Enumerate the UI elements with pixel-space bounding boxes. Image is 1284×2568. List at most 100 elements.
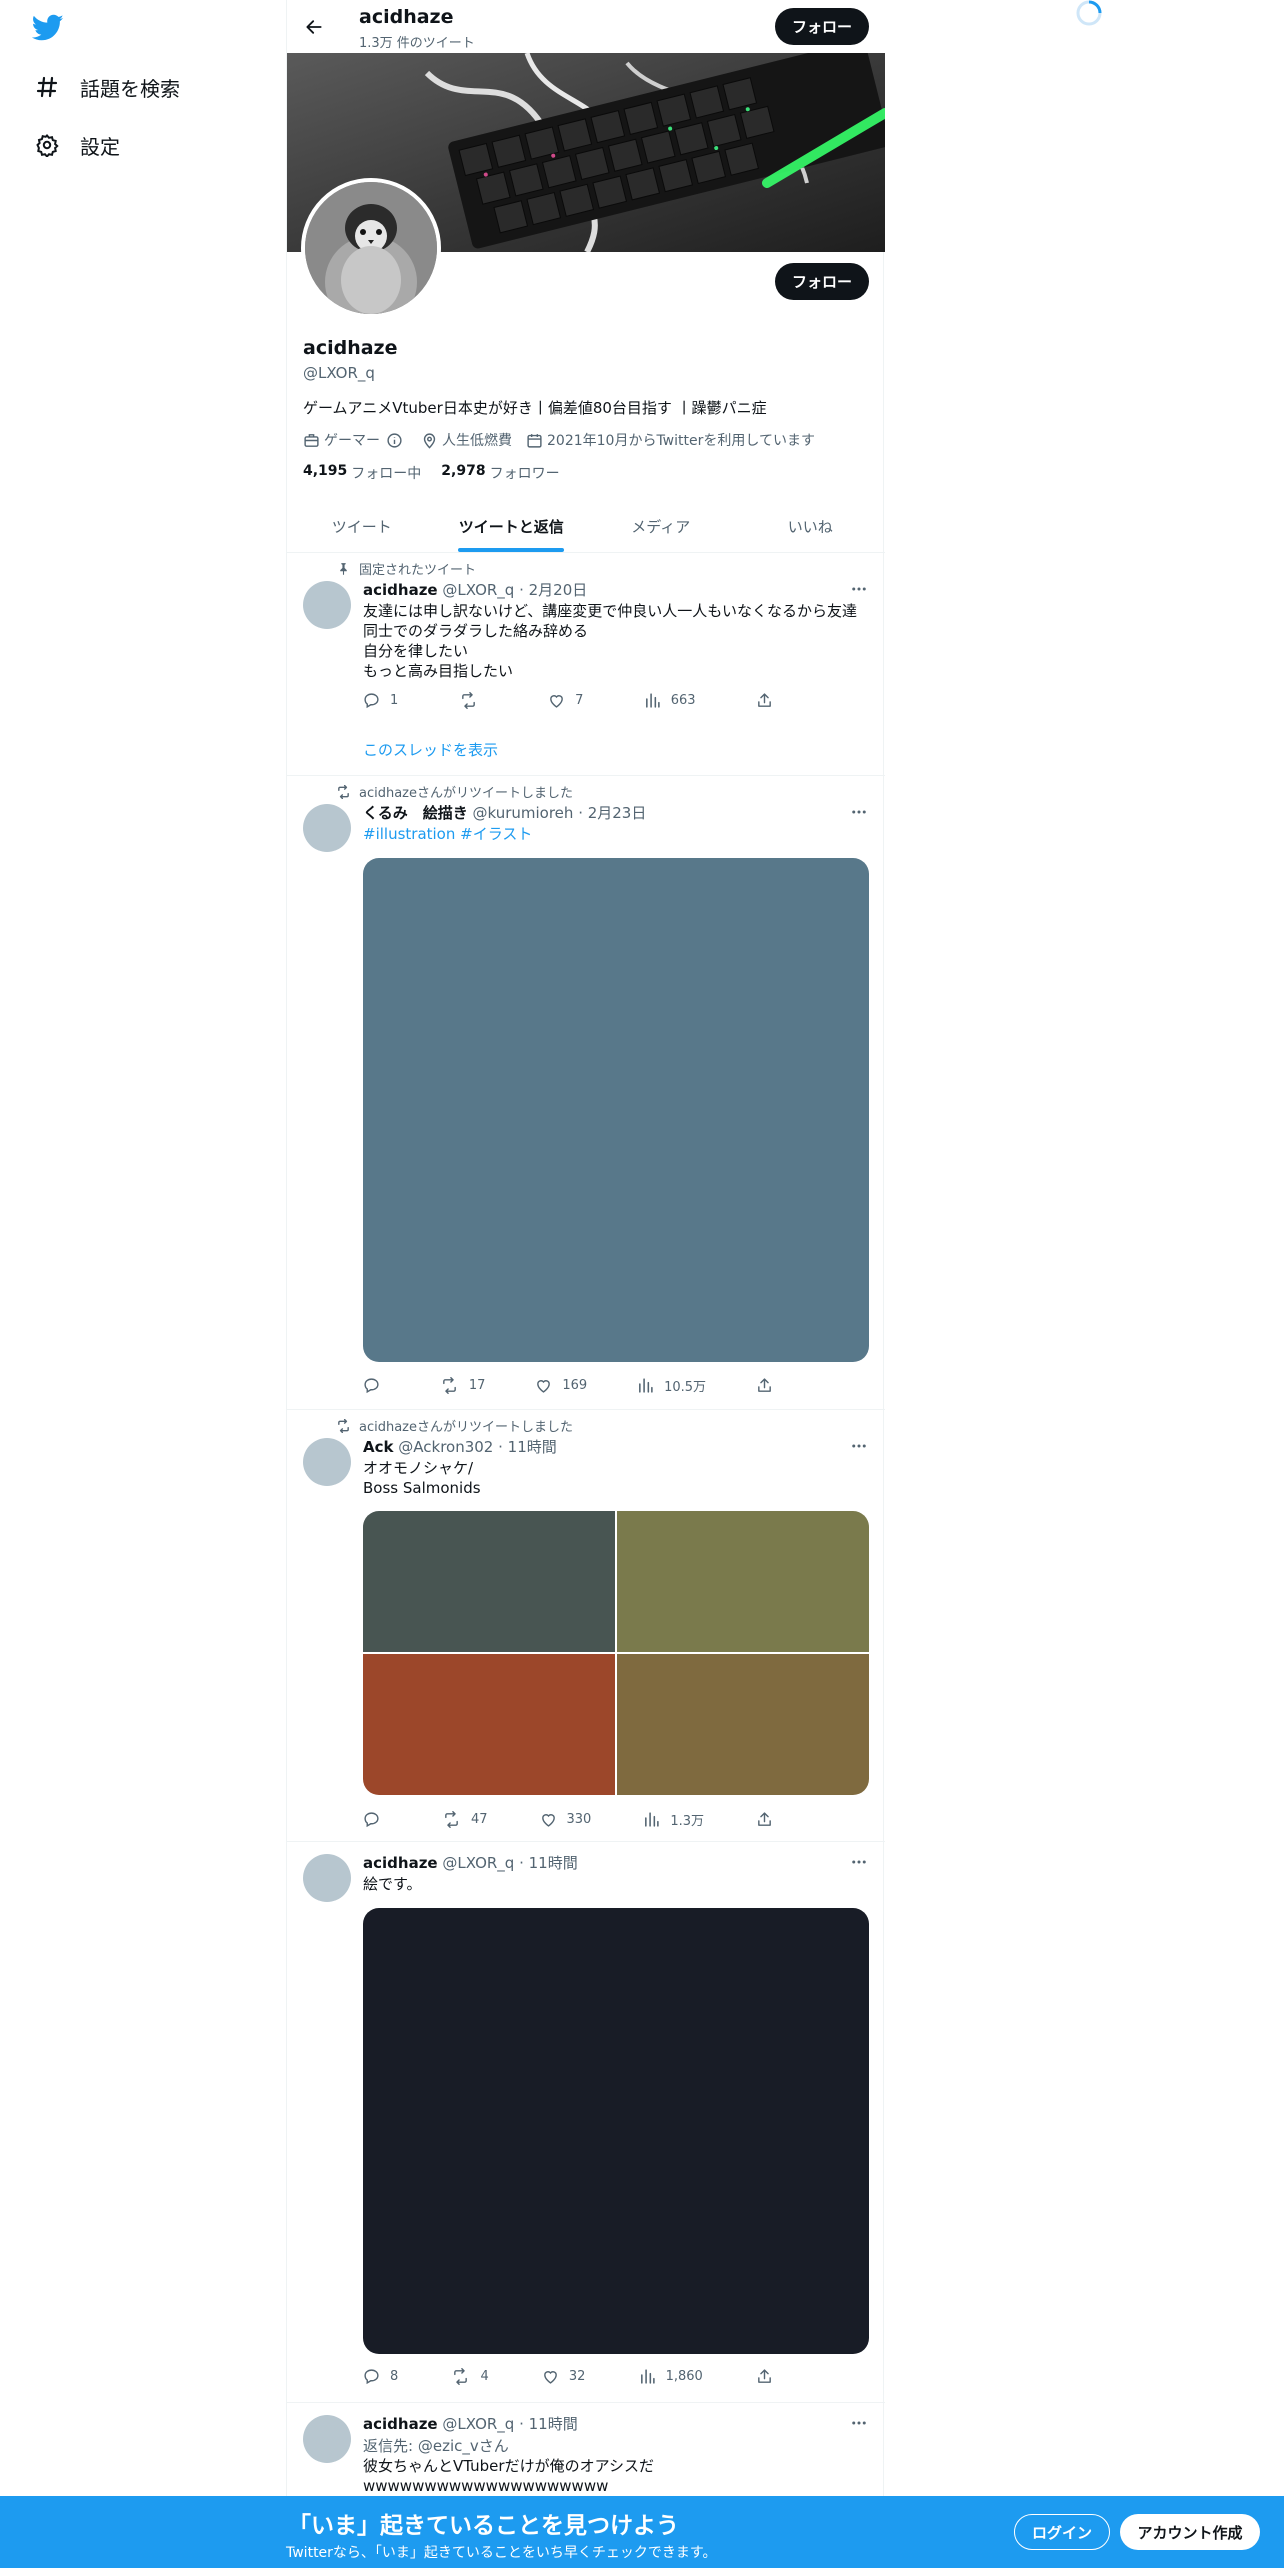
profile-follow-button[interactable]: フォロー	[775, 263, 869, 300]
profile-name: acidhaze	[303, 337, 398, 359]
retweet-button[interactable]	[459, 692, 488, 709]
like-button[interactable]: 32	[542, 2368, 585, 2385]
more-options-icon[interactable]	[849, 2413, 869, 2433]
loading-spinner-icon	[1074, 0, 1104, 30]
signup-banner-title: 「いま」起きていることを見つけよう	[288, 2513, 679, 2539]
more-options-icon[interactable]	[849, 802, 869, 822]
profile-category-label: ゲーマー	[324, 433, 380, 449]
tweet-author-name[interactable]: Ack	[363, 1438, 393, 1456]
tab-media[interactable]: メディア	[586, 500, 736, 552]
retweet-context: acidhazeさんがリツイートしました	[335, 782, 573, 801]
retweet-context-label: acidhazeさんがリツイートしました	[359, 1420, 574, 1435]
tweet-author-name[interactable]: acidhaze	[363, 581, 438, 599]
retweet-icon	[445, 1811, 458, 1828]
share-button[interactable]	[756, 692, 783, 709]
login-button[interactable]: ログイン	[1014, 2514, 1110, 2550]
nav-explore[interactable]: 話題を検索	[34, 67, 180, 107]
retweet-count: 4	[480, 2369, 489, 2384]
tweet-actions: 47 330 1.3万	[363, 1810, 783, 1829]
retweet-button[interactable]: 17	[440, 1376, 485, 1395]
tweet-header: acidhaze @LXOR_q · 11時間	[363, 2413, 578, 2434]
followers-link[interactable]: 2,978 フォロワー	[441, 463, 559, 483]
like-button[interactable]: 7	[548, 692, 583, 709]
profile-location: 人生低燃費	[421, 430, 512, 450]
views-button[interactable]: 1,860	[639, 2368, 703, 2385]
nav-settings[interactable]: 設定	[34, 125, 120, 165]
reply-button[interactable]	[363, 1376, 390, 1395]
tweet-header: acidhaze @LXOR_q · 11時間	[363, 1852, 578, 1873]
reply-button[interactable]	[363, 1810, 390, 1829]
more-options-icon[interactable]	[849, 1852, 869, 1872]
header-follow-button[interactable]: フォロー	[775, 8, 869, 45]
share-icon	[758, 1812, 771, 1826]
tweet[interactable]: 固定されたツイート acidhaze @LXOR_q · 2月20日 友達には申…	[287, 553, 885, 776]
more-options-icon[interactable]	[849, 579, 869, 599]
tab-likes[interactable]: いいね	[736, 500, 886, 552]
retweet-button[interactable]: 4	[451, 2368, 489, 2385]
reply-button[interactable]: 1	[363, 692, 398, 709]
profile-avatar[interactable]	[301, 178, 441, 318]
tweet-image[interactable]	[363, 1511, 615, 1652]
tweet-meta[interactable]: @kurumioreh · 2月23日	[472, 804, 646, 822]
show-thread-link[interactable]: このスレッドを表示	[363, 739, 498, 760]
tweet-author-name[interactable]: くるみ 絵描き	[363, 804, 468, 822]
profile-joined: 2021年10月からTwitterを利用しています	[526, 430, 815, 450]
tweet-text: 彼女ちゃんとVTuberだけが俺のオアシスだwwwwwwwwwwwwwwwwww…	[363, 2457, 654, 2495]
retweet-button[interactable]: 47	[442, 1810, 488, 1829]
avatar[interactable]	[303, 1438, 351, 1486]
tweet-author-name[interactable]: acidhaze	[363, 1854, 438, 1872]
tweet-meta[interactable]: @LXOR_q · 2月20日	[442, 581, 587, 599]
back-arrow-icon[interactable]	[299, 12, 329, 42]
tweet-image[interactable]	[617, 1511, 869, 1652]
views-button[interactable]: 1.3万	[643, 1810, 704, 1829]
reply-icon	[364, 2369, 379, 2385]
like-count: 169	[562, 1378, 588, 1393]
tweet-hashtags[interactable]: #illustration #イラスト	[363, 824, 869, 844]
briefcase-icon	[304, 433, 319, 447]
avatar[interactable]	[303, 581, 351, 629]
header-name: acidhaze	[359, 6, 454, 28]
tweet-meta[interactable]: @LXOR_q · 11時間	[442, 2415, 577, 2433]
tweet-image[interactable]	[363, 858, 869, 1362]
tweet[interactable]: acidhaze @LXOR_q · 11時間 絵です。 8 4 32 1,86…	[287, 1842, 885, 2403]
analytics-icon	[645, 693, 660, 708]
heart-icon	[537, 1380, 551, 1393]
views-button[interactable]: 663	[644, 692, 696, 709]
heart-icon	[543, 2371, 557, 2384]
more-options-icon[interactable]	[849, 1436, 869, 1456]
tweet-meta[interactable]: @LXOR_q · 11時間	[442, 1854, 577, 1872]
location-pin-icon	[423, 432, 436, 449]
reply-to-line: 返信先: @ezic_vさん	[363, 2435, 509, 2456]
reply-icon	[364, 1378, 379, 1394]
signup-button[interactable]: アカウント作成	[1120, 2514, 1260, 2550]
analytics-icon	[639, 1378, 653, 1393]
like-button[interactable]: 169	[535, 1376, 587, 1395]
tweet[interactable]: acidhazeさんがリツイートしました くるみ 絵描き @kurumioreh…	[287, 776, 885, 1410]
reply-count: 8	[390, 2369, 399, 2384]
avatar[interactable]	[303, 804, 351, 852]
tweet-image[interactable]	[363, 1654, 615, 1795]
share-button[interactable]	[756, 1376, 783, 1395]
gear-icon	[34, 132, 60, 158]
share-button[interactable]	[756, 2368, 783, 2385]
tweet-author-name[interactable]: acidhaze	[363, 2415, 438, 2433]
tweet-image[interactable]	[363, 1908, 869, 2354]
following-link[interactable]: 4,195 フォロー中	[303, 463, 421, 483]
reply-button[interactable]: 8	[363, 2368, 398, 2385]
reply-count: 1	[390, 693, 399, 708]
avatar[interactable]	[303, 1854, 351, 1902]
tweet[interactable]: acidhazeさんがリツイートしました Ack @Ackron302 · 11…	[287, 1410, 885, 1842]
avatar[interactable]	[303, 2415, 351, 2463]
tweet-meta[interactable]: @Ackron302 · 11時間	[398, 1438, 556, 1456]
views-button[interactable]: 10.5万	[637, 1376, 706, 1395]
profile-location-label: 人生低燃費	[442, 433, 512, 449]
tab-tweets[interactable]: ツイート	[287, 500, 437, 552]
retweet-icon	[454, 2368, 468, 2385]
twitter-logo-icon[interactable]	[31, 14, 64, 42]
like-button[interactable]: 330	[540, 1810, 591, 1829]
reply-to-handle[interactable]: @ezic_v	[418, 2437, 479, 2455]
tab-tweets-and-replies[interactable]: ツイートと返信	[437, 500, 587, 552]
share-button[interactable]	[756, 1810, 783, 1829]
tweet-image[interactable]	[617, 1654, 869, 1795]
retweet-count: 47	[470, 1812, 488, 1827]
